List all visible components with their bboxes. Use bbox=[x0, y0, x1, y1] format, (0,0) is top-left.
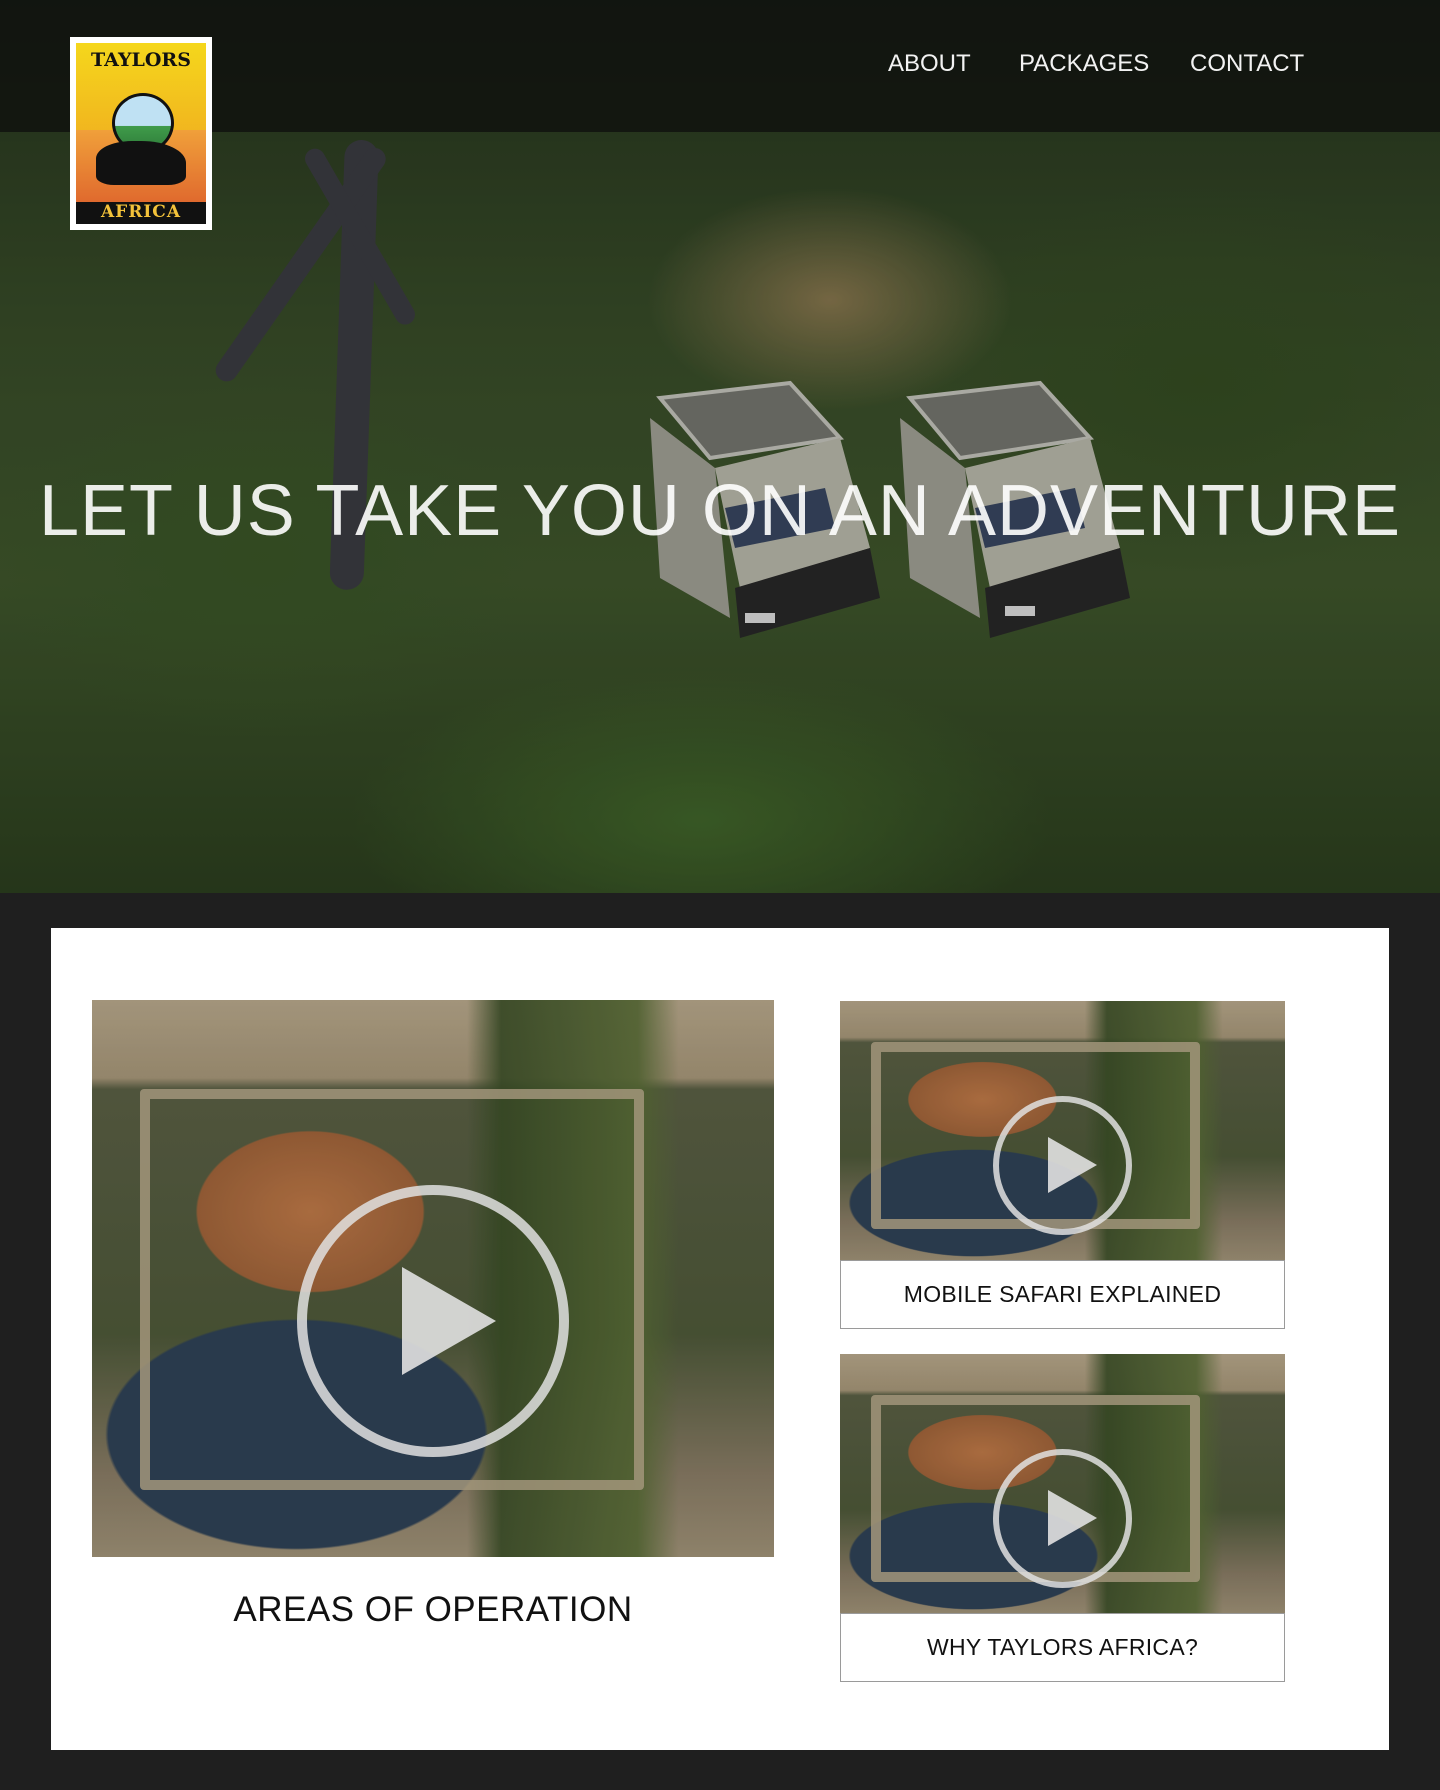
logo-wordmark-top: TAYLORS bbox=[91, 49, 191, 71]
hero-headline: LET US TAKE YOU ON AN ADVENTURE bbox=[38, 471, 1402, 551]
play-button-icon[interactable] bbox=[297, 1185, 569, 1457]
play-button-icon[interactable] bbox=[993, 1096, 1132, 1235]
play-triangle bbox=[1048, 1137, 1097, 1193]
taylors-africa-logo[interactable]: TAYLORS AFRICA bbox=[70, 37, 212, 230]
play-button-icon[interactable] bbox=[993, 1449, 1132, 1588]
nav-item-contact[interactable]: CONTACT bbox=[1190, 50, 1304, 78]
logo-wordmark-bottom: AFRICA bbox=[100, 202, 182, 222]
play-triangle bbox=[402, 1267, 496, 1375]
main-video-caption[interactable]: AREAS OF OPERATION bbox=[92, 1590, 774, 1630]
nav-item-packages[interactable]: PACKAGES bbox=[1019, 50, 1149, 78]
side-video-caption[interactable]: WHY TAYLORS AFRICA? bbox=[840, 1613, 1285, 1682]
lion-silhouette-icon bbox=[96, 141, 186, 185]
side-video-caption[interactable]: MOBILE SAFARI EXPLAINED bbox=[840, 1260, 1285, 1329]
play-triangle bbox=[1048, 1490, 1097, 1546]
hero-overlay bbox=[0, 0, 1440, 893]
nav-item-about[interactable]: ABOUT bbox=[888, 50, 971, 78]
logo-badge: TAYLORS AFRICA bbox=[76, 43, 206, 224]
hero-section: LET US TAKE YOU ON AN ADVENTURE bbox=[0, 0, 1440, 893]
